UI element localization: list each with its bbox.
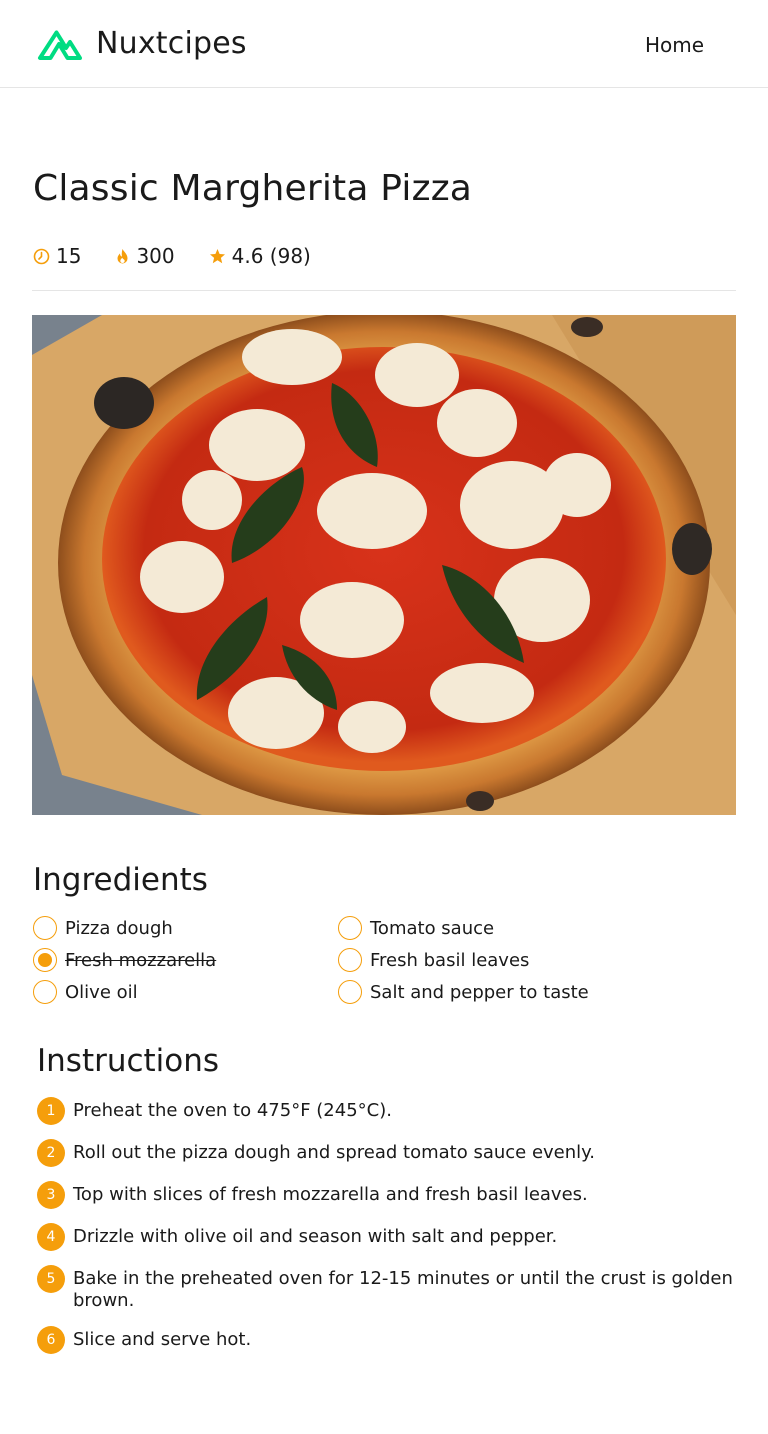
instruction-step: 5 Bake in the preheated oven for 12-15 m…	[37, 1265, 733, 1312]
ingredient-label: Olive oil	[65, 981, 138, 1003]
ingredient-item[interactable]: Salt and pepper to taste	[338, 978, 589, 1006]
clock-icon	[33, 248, 50, 265]
ingredient-checkbox[interactable]	[338, 916, 362, 940]
step-number-badge: 3	[37, 1181, 65, 1209]
brand-link[interactable]: Nuxtcipes	[96, 26, 247, 61]
ingredients-heading: Ingredients	[33, 862, 208, 898]
ingredient-label: Fresh mozzarella	[65, 949, 217, 971]
recipe-stats: 15 300 4.6 (98)	[33, 243, 311, 269]
step-number-badge: 6	[37, 1326, 65, 1354]
divider	[32, 290, 736, 291]
star-icon	[209, 248, 226, 265]
step-text: Preheat the oven to 475°F (245°C).	[73, 1100, 392, 1121]
ingredient-checkbox[interactable]	[33, 916, 57, 940]
recipe-image	[32, 315, 736, 815]
step-text: Roll out the pizza dough and spread toma…	[73, 1142, 595, 1163]
step-text: Slice and serve hot.	[73, 1329, 252, 1350]
rating-value: 4.6 (98)	[231, 244, 311, 268]
instruction-step: 6 Slice and serve hot.	[37, 1326, 733, 1354]
instruction-step: 1 Preheat the oven to 475°F (245°C).	[37, 1097, 733, 1125]
step-number-badge: 2	[37, 1139, 65, 1167]
calories-stat: 300	[115, 244, 175, 268]
ingredient-item[interactable]: Fresh basil leaves	[338, 946, 529, 974]
step-number-badge: 4	[37, 1223, 65, 1251]
ingredient-item[interactable]: Tomato sauce	[338, 914, 494, 942]
calories-value: 300	[136, 244, 175, 268]
ingredient-checkbox[interactable]	[338, 948, 362, 972]
nuxt-logo-icon[interactable]	[36, 27, 84, 61]
step-text: Bake in the preheated oven for 12-15 min…	[73, 1268, 733, 1311]
ingredient-label: Pizza dough	[65, 917, 173, 939]
ingredient-label: Fresh basil leaves	[370, 949, 530, 971]
ingredient-label: Tomato sauce	[370, 917, 495, 939]
ingredient-checkbox[interactable]	[338, 980, 362, 1004]
recipe-title: Classic Margherita Pizza	[33, 168, 473, 209]
prep-time-stat: 15	[33, 244, 81, 268]
instruction-step: 4 Drizzle with olive oil and season with…	[37, 1223, 733, 1251]
ingredient-item[interactable]: Fresh mozzarella	[33, 946, 216, 974]
ingredient-checkbox-checked[interactable]	[33, 948, 57, 972]
ingredient-item[interactable]: Olive oil	[33, 978, 138, 1006]
step-text: Drizzle with olive oil and season with s…	[73, 1226, 558, 1247]
step-text: Top with slices of fresh mozzarella and …	[73, 1184, 588, 1205]
instruction-step: 2 Roll out the pizza dough and spread to…	[37, 1139, 733, 1167]
flame-icon	[115, 248, 130, 265]
instructions-heading: Instructions	[37, 1043, 220, 1079]
rating-stat: 4.6 (98)	[209, 244, 311, 268]
ingredient-label: Salt and pepper to taste	[370, 981, 589, 1003]
nav-home-link[interactable]: Home	[645, 33, 704, 57]
ingredient-checkbox[interactable]	[33, 980, 57, 1004]
instruction-step: 3 Top with slices of fresh mozzarella an…	[37, 1181, 733, 1209]
step-number-badge: 5	[37, 1265, 65, 1293]
prep-time-value: 15	[56, 244, 82, 268]
site-header: Nuxtcipes Home	[0, 0, 768, 88]
ingredient-item[interactable]: Pizza dough	[33, 914, 173, 942]
step-number-badge: 1	[37, 1097, 65, 1125]
